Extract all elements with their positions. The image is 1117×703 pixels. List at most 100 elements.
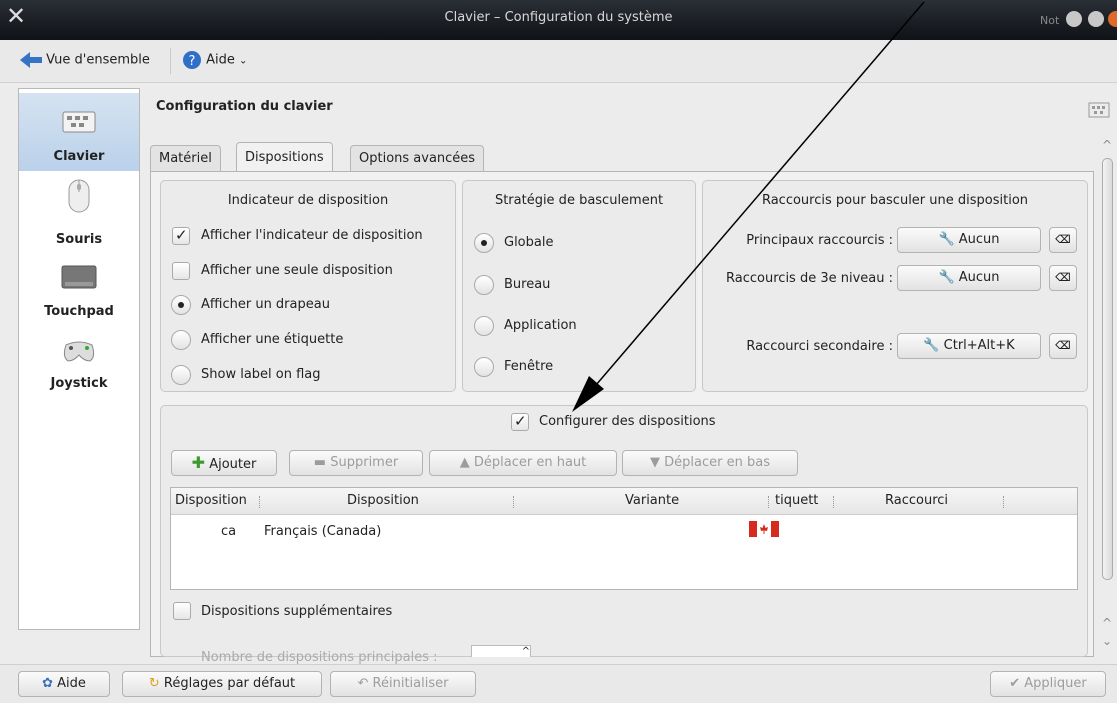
scrollbar-thumb[interactable] bbox=[1102, 158, 1113, 580]
shortcuts-group-title: Raccourcis pour basculer une disposition bbox=[761, 193, 1029, 208]
show-indicator-checkbox[interactable] bbox=[172, 226, 190, 245]
defaults-button[interactable]: ↻ Réglages par défaut bbox=[122, 671, 322, 697]
label-on-flag-label: Show label on flag bbox=[201, 367, 321, 382]
sidebar-item-souris[interactable]: Souris bbox=[19, 177, 139, 255]
touchpad-icon bbox=[61, 265, 97, 289]
strategy-global-radio[interactable] bbox=[474, 233, 494, 253]
clear-icon: ⌫ bbox=[1055, 339, 1071, 352]
indicator-group-title: Indicateur de disposition bbox=[227, 193, 389, 208]
layout-name: Français (Canada) bbox=[264, 524, 382, 539]
show-indicator-label: Afficher l'indicateur de disposition bbox=[201, 228, 423, 243]
defaults-button-label: Réglages par défaut bbox=[163, 676, 296, 691]
level3-shortcut-label: Raccourcis de 3e niveau : bbox=[726, 271, 893, 286]
column-header-code[interactable]: Disposition bbox=[175, 493, 247, 508]
mouse-icon bbox=[68, 179, 90, 213]
clear-secondary-shortcut-button[interactable]: ⌫ bbox=[1049, 333, 1077, 359]
reset-button[interactable]: ↶ Réinitialiser bbox=[330, 671, 476, 697]
wrench-icon: 🔧 bbox=[923, 338, 940, 353]
table-row[interactable]: ca Français (Canada) bbox=[171, 515, 1077, 547]
main-count-spinbox[interactable]: ^ bbox=[471, 645, 531, 657]
overview-button[interactable]: Vue d'ensemble bbox=[20, 52, 150, 68]
wrench-icon: 🔧 bbox=[938, 232, 955, 247]
level3-shortcut-button[interactable]: 🔧 Aucun bbox=[897, 265, 1041, 291]
chevron-down-icon: ⌄ bbox=[239, 55, 248, 67]
scroll-down-icon[interactable]: ⌄ bbox=[1102, 634, 1112, 648]
help-icon: ? bbox=[183, 51, 201, 69]
column-header-layout[interactable]: Disposition bbox=[347, 493, 419, 508]
sidebar-item-clavier[interactable]: Clavier bbox=[19, 93, 139, 171]
clear-icon: ⌫ bbox=[1055, 233, 1071, 246]
column-separator bbox=[1003, 496, 1005, 508]
column-separator bbox=[259, 496, 261, 508]
column-separator bbox=[513, 496, 515, 508]
clear-main-shortcut-button[interactable]: ⌫ bbox=[1049, 227, 1077, 253]
show-label-radio[interactable] bbox=[171, 330, 191, 350]
page-title: Configuration du clavier bbox=[156, 99, 333, 114]
single-layout-label: Afficher une seule disposition bbox=[201, 263, 393, 278]
help-button[interactable]: ✿ Aide bbox=[18, 671, 110, 697]
main-count-label: Nombre de dispositions principales : bbox=[201, 650, 438, 665]
strategy-window-label: Fenêtre bbox=[504, 359, 554, 374]
tab-options-avancees[interactable]: Options avancées bbox=[350, 145, 485, 172]
add-layout-label: Ajouter bbox=[209, 457, 257, 472]
defaults-icon: ↻ bbox=[148, 676, 160, 691]
sidebar-item-label: Touchpad bbox=[44, 304, 114, 319]
scroll-up-icon[interactable]: ^ bbox=[1102, 138, 1112, 152]
sidebar-item-touchpad[interactable]: Touchpad bbox=[19, 259, 139, 337]
table-header: Disposition Disposition Variante tiquett… bbox=[171, 488, 1077, 515]
minus-icon: ▬ bbox=[313, 455, 327, 470]
add-layout-button[interactable]: ✚ Ajouter bbox=[171, 450, 277, 476]
move-down-button[interactable]: ▼ Déplacer en bas bbox=[622, 450, 798, 476]
toolbar: Vue d'ensemble ? Aide ⌄ bbox=[0, 40, 1117, 83]
wrench-icon: 🔧 bbox=[938, 270, 955, 285]
help-menu-button[interactable]: ? Aide ⌄ bbox=[182, 50, 247, 70]
extra-layouts-label: Dispositions supplémentaires bbox=[201, 604, 393, 619]
extra-layouts-checkbox[interactable] bbox=[173, 602, 191, 620]
single-layout-checkbox[interactable] bbox=[172, 262, 190, 280]
help-button-label: Aide bbox=[57, 676, 86, 691]
strategy-desktop-radio[interactable] bbox=[474, 275, 494, 295]
maximize-icon[interactable] bbox=[1088, 11, 1104, 27]
tab-materiel[interactable]: Matériel bbox=[150, 145, 221, 172]
sidebar-item-joystick[interactable]: Joystick bbox=[19, 333, 139, 411]
layouts-table: Disposition Disposition Variante tiquett… bbox=[170, 487, 1078, 590]
layout-code: ca bbox=[221, 524, 237, 539]
strategy-application-label: Application bbox=[504, 318, 577, 333]
sidebar-item-label: Clavier bbox=[53, 149, 105, 164]
main-shortcut-label: Principaux raccourcis : bbox=[746, 233, 893, 248]
reset-button-label: Réinitialiser bbox=[372, 676, 449, 691]
column-separator bbox=[768, 496, 770, 508]
show-flag-radio[interactable] bbox=[171, 295, 191, 315]
column-header-variant[interactable]: Variante bbox=[625, 493, 679, 508]
checkmark-icon: ✔ bbox=[1009, 676, 1021, 691]
column-separator bbox=[833, 496, 835, 508]
label-on-flag-radio[interactable] bbox=[171, 365, 191, 385]
strategy-application-radio[interactable] bbox=[474, 316, 494, 336]
gamepad-icon bbox=[63, 341, 95, 362]
sidebar-item-label: Souris bbox=[55, 232, 103, 247]
clear-level3-shortcut-button[interactable]: ⌫ bbox=[1049, 265, 1077, 291]
level3-shortcut-value: Aucun bbox=[958, 270, 1000, 285]
strategy-window-radio[interactable] bbox=[474, 357, 494, 377]
chevron-up-icon: ^ bbox=[521, 646, 530, 657]
scroll-up-icon[interactable]: ^ bbox=[1102, 616, 1112, 630]
vertical-scrollbar[interactable]: ^ ^ ⌄ bbox=[1099, 138, 1115, 658]
remove-layout-button[interactable]: ▬ Supprimer bbox=[289, 450, 423, 476]
arrow-up-icon: ▲ bbox=[459, 455, 470, 470]
column-header-shortcut[interactable]: Raccourci bbox=[885, 493, 948, 508]
sidebar: Clavier Souris Touchpad Joystick bbox=[18, 88, 140, 630]
minimize-icon[interactable] bbox=[1066, 11, 1082, 27]
tab-dispositions[interactable]: Dispositions bbox=[236, 142, 333, 172]
configure-layouts-checkbox[interactable] bbox=[511, 412, 529, 431]
secondary-shortcut-button[interactable]: 🔧 Ctrl+Alt+K bbox=[897, 333, 1041, 359]
keyboard-icon bbox=[62, 111, 96, 133]
main-shortcut-button[interactable]: 🔧 Aucun bbox=[897, 227, 1041, 253]
close-icon[interactable] bbox=[1108, 11, 1117, 27]
window-title: Clavier – Configuration du système bbox=[444, 10, 673, 25]
window-titlebar: ✕ Clavier – Configuration du système Not bbox=[0, 0, 1117, 40]
canada-flag-icon bbox=[749, 521, 779, 537]
column-header-label[interactable]: tiquett bbox=[775, 493, 818, 508]
move-down-label: Déplacer en bas bbox=[664, 455, 770, 470]
apply-button[interactable]: ✔ Appliquer bbox=[990, 671, 1106, 697]
move-up-button[interactable]: ▲ Déplacer en haut bbox=[429, 450, 617, 476]
